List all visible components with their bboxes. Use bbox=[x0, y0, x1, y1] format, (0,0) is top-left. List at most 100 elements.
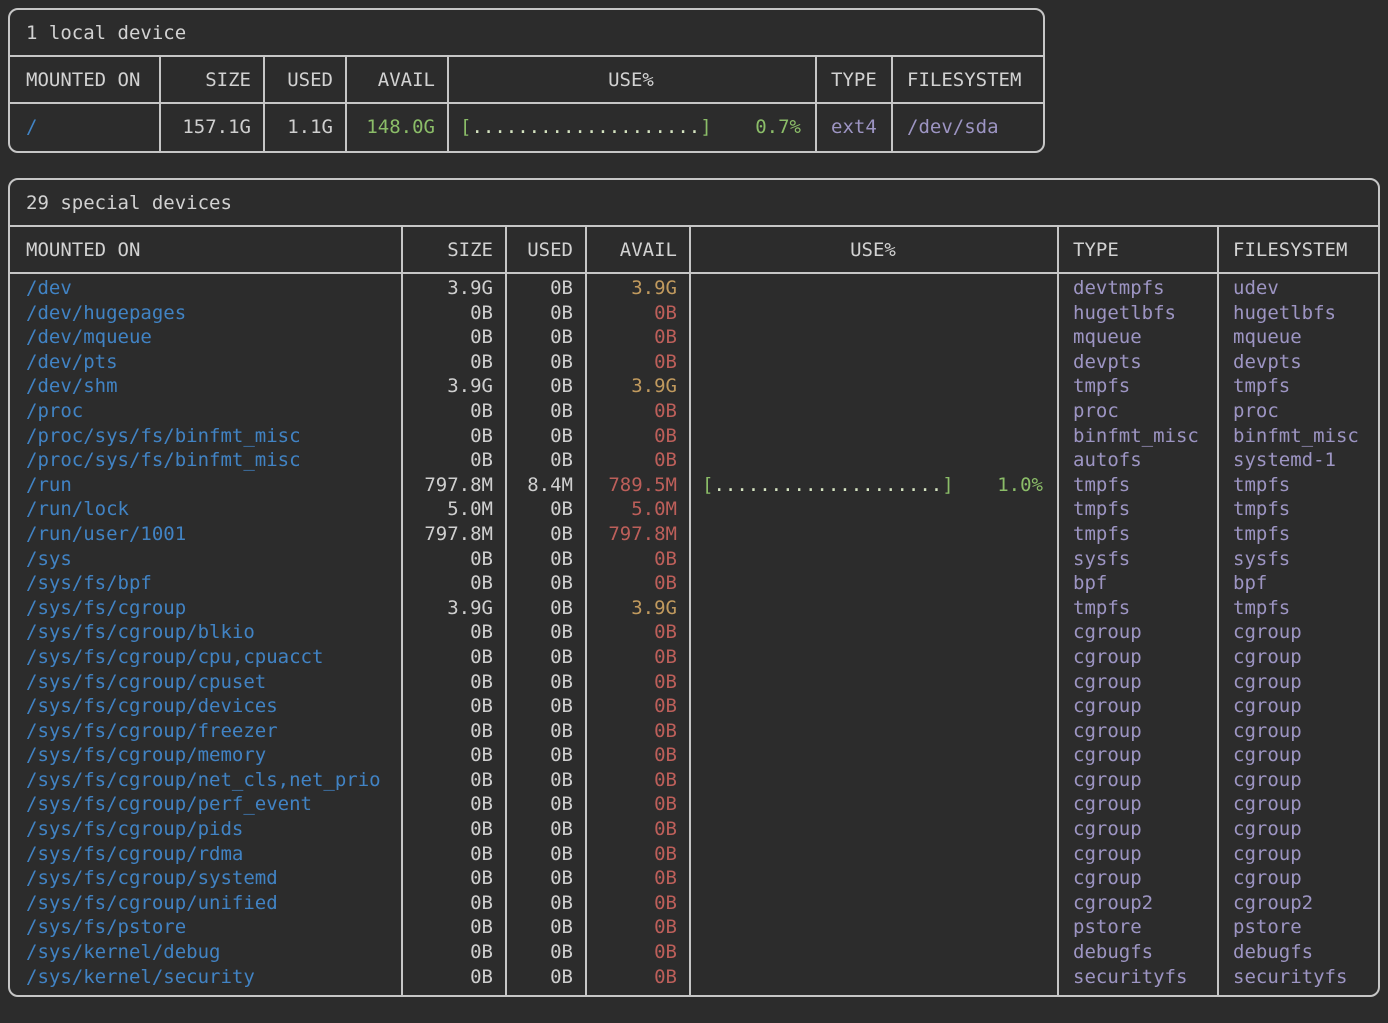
usage-cell bbox=[689, 350, 1057, 375]
mount-point-cell: /sys/fs/cgroup/net_cls,net_prio bbox=[10, 768, 401, 793]
usage-cell bbox=[689, 399, 1057, 424]
avail-cell: 0B bbox=[585, 866, 689, 891]
usage-cell bbox=[689, 374, 1057, 399]
size-cell: 0B bbox=[401, 670, 505, 695]
size-cell: 0B bbox=[401, 817, 505, 842]
avail-cell: 0B bbox=[585, 694, 689, 719]
size-cell: 5.0M bbox=[401, 497, 505, 522]
column-header-use-percent: USE% bbox=[689, 227, 1057, 272]
usage-bar: [....................] bbox=[702, 473, 954, 498]
avail-cell: 148.0G bbox=[345, 104, 447, 151]
table-row: /sys/fs/cgroup/freezer 0B 0B 0B cgroup c… bbox=[10, 719, 1378, 744]
usage-cell bbox=[689, 276, 1057, 301]
local-table-header-row: MOUNTED ON SIZE USED AVAIL USE% TYPE FIL… bbox=[10, 57, 1043, 104]
avail-cell: 3.9G bbox=[585, 596, 689, 621]
mount-point-cell: /sys/kernel/debug bbox=[10, 940, 401, 965]
used-cell: 0B bbox=[505, 792, 585, 817]
column-header-used: USED bbox=[263, 57, 345, 102]
avail-cell: 0B bbox=[585, 448, 689, 473]
used-cell: 0B bbox=[505, 842, 585, 867]
column-header-filesystem: FILESYSTEM bbox=[891, 57, 1043, 102]
filesystem-cell: cgroup bbox=[1217, 792, 1378, 817]
size-cell: 0B bbox=[401, 301, 505, 326]
used-cell: 0B bbox=[505, 522, 585, 547]
column-header-mounted-on: MOUNTED ON bbox=[10, 227, 401, 272]
usage-cell bbox=[689, 645, 1057, 670]
local-table-title: 1 local device bbox=[10, 10, 1043, 57]
usage-cell bbox=[689, 448, 1057, 473]
usage-cell bbox=[689, 743, 1057, 768]
filesystem-cell: tmpfs bbox=[1217, 374, 1378, 399]
special-table-body: /dev 3.9G 0B 3.9G devtmpfs udev /dev/hug… bbox=[10, 274, 1378, 995]
mount-point-cell: /proc/sys/fs/binfmt_misc bbox=[10, 448, 401, 473]
used-cell: 0B bbox=[505, 276, 585, 301]
column-header-type: TYPE bbox=[815, 57, 891, 102]
terminal-screen: 1 local device MOUNTED ON SIZE USED AVAI… bbox=[0, 0, 1388, 1005]
table-row: /sys/fs/cgroup/rdma 0B 0B 0B cgroup cgro… bbox=[10, 842, 1378, 867]
table-row: /sys/fs/cgroup/cpuset 0B 0B 0B cgroup cg… bbox=[10, 670, 1378, 695]
used-cell: 0B bbox=[505, 350, 585, 375]
avail-cell: 0B bbox=[585, 768, 689, 793]
avail-cell: 0B bbox=[585, 325, 689, 350]
type-cell: cgroup bbox=[1057, 817, 1217, 842]
mount-point-cell: /sys/fs/pstore bbox=[10, 915, 401, 940]
column-header-used: USED bbox=[505, 227, 585, 272]
size-cell: 0B bbox=[401, 842, 505, 867]
type-cell: pstore bbox=[1057, 915, 1217, 940]
table-row: /dev/hugepages 0B 0B 0B hugetlbfs hugetl… bbox=[10, 301, 1378, 326]
table-row: /proc/sys/fs/binfmt_misc 0B 0B 0B autofs… bbox=[10, 448, 1378, 473]
size-cell: 0B bbox=[401, 768, 505, 793]
size-cell: 0B bbox=[401, 694, 505, 719]
type-cell: cgroup bbox=[1057, 768, 1217, 793]
filesystem-cell: /dev/sda bbox=[891, 104, 1043, 151]
usage-cell bbox=[689, 571, 1057, 596]
filesystem-cell: cgroup2 bbox=[1217, 891, 1378, 916]
avail-cell: 0B bbox=[585, 620, 689, 645]
table-row: /dev 3.9G 0B 3.9G devtmpfs udev bbox=[10, 276, 1378, 301]
used-cell: 0B bbox=[505, 374, 585, 399]
mount-point-cell: /sys bbox=[10, 547, 401, 572]
usage-cell bbox=[689, 719, 1057, 744]
local-table-body: / 157.1G 1.1G 148.0G [..................… bbox=[10, 104, 1043, 151]
used-cell: 0B bbox=[505, 497, 585, 522]
filesystem-cell: tmpfs bbox=[1217, 522, 1378, 547]
column-header-size: SIZE bbox=[401, 227, 505, 272]
size-cell: 0B bbox=[401, 940, 505, 965]
avail-cell: 0B bbox=[585, 399, 689, 424]
type-cell: tmpfs bbox=[1057, 473, 1217, 498]
used-cell: 0B bbox=[505, 325, 585, 350]
filesystem-cell: devpts bbox=[1217, 350, 1378, 375]
column-header-avail: AVAIL bbox=[345, 57, 447, 102]
filesystem-cell: tmpfs bbox=[1217, 497, 1378, 522]
mount-point-cell: /run/lock bbox=[10, 497, 401, 522]
filesystem-cell: cgroup bbox=[1217, 694, 1378, 719]
type-cell: cgroup bbox=[1057, 866, 1217, 891]
usage-cell bbox=[689, 965, 1057, 990]
avail-cell: 0B bbox=[585, 670, 689, 695]
table-row: /run/lock 5.0M 0B 5.0M tmpfs tmpfs bbox=[10, 497, 1378, 522]
table-row: /sys/kernel/security 0B 0B 0B securityfs… bbox=[10, 965, 1378, 990]
avail-cell: 797.8M bbox=[585, 522, 689, 547]
used-cell: 0B bbox=[505, 768, 585, 793]
avail-cell: 0B bbox=[585, 350, 689, 375]
usage-cell bbox=[689, 842, 1057, 867]
used-cell: 0B bbox=[505, 891, 585, 916]
type-cell: cgroup bbox=[1057, 620, 1217, 645]
filesystem-cell: tmpfs bbox=[1217, 473, 1378, 498]
filesystem-cell: securityfs bbox=[1217, 965, 1378, 990]
mount-point-cell: /sys/fs/cgroup/devices bbox=[10, 694, 401, 719]
table-row: /sys/fs/cgroup/pids 0B 0B 0B cgroup cgro… bbox=[10, 817, 1378, 842]
mount-point-cell: /sys/fs/cgroup/pids bbox=[10, 817, 401, 842]
used-cell: 0B bbox=[505, 424, 585, 449]
usage-cell: [....................]0.7% bbox=[447, 104, 815, 151]
used-cell: 8.4M bbox=[505, 473, 585, 498]
usage-percent: 0.7% bbox=[755, 104, 801, 151]
used-cell: 0B bbox=[505, 301, 585, 326]
avail-cell: 3.9G bbox=[585, 374, 689, 399]
table-row: /sys/fs/cgroup/memory 0B 0B 0B cgroup cg… bbox=[10, 743, 1378, 768]
used-cell: 0B bbox=[505, 547, 585, 572]
table-row: /sys 0B 0B 0B sysfs sysfs bbox=[10, 547, 1378, 572]
usage-bar-fill: .................... bbox=[713, 474, 942, 496]
avail-cell: 0B bbox=[585, 842, 689, 867]
column-header-type: TYPE bbox=[1057, 227, 1217, 272]
